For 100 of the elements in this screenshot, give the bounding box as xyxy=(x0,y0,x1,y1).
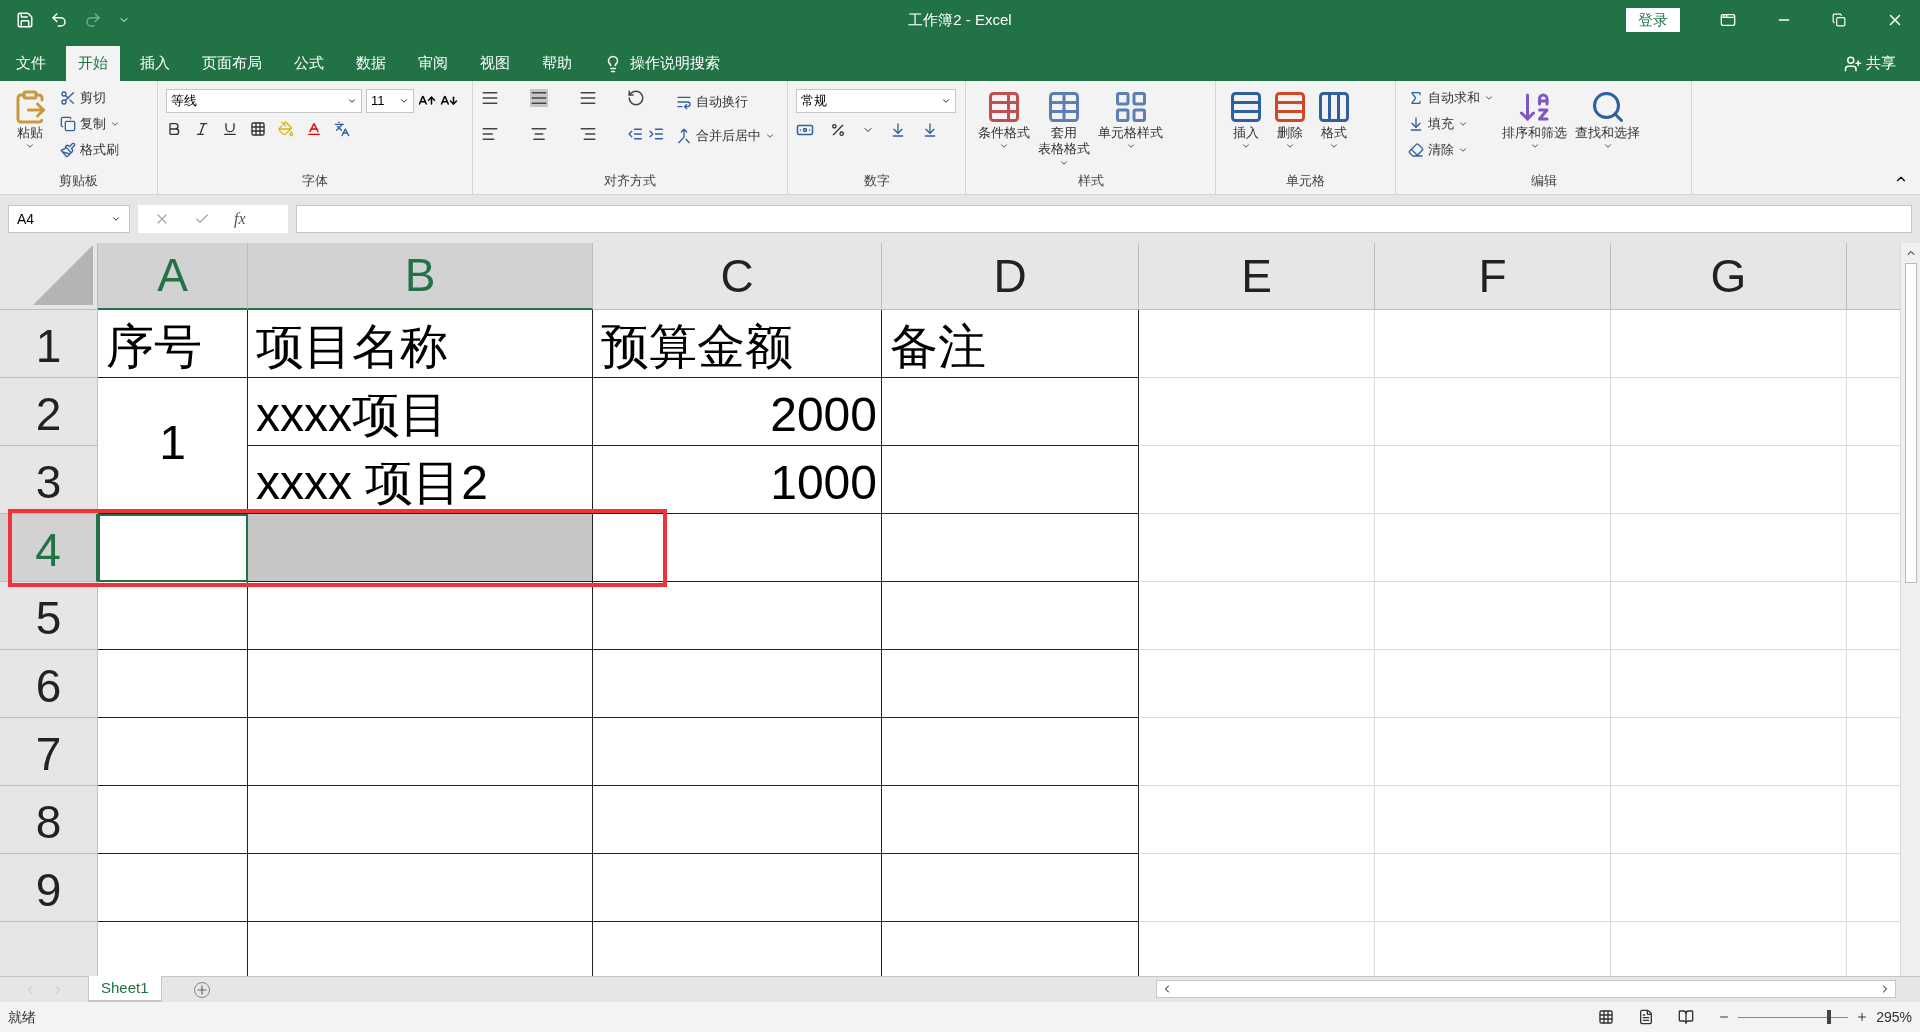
table-cell[interactable]: 序号 xyxy=(98,310,248,378)
zoom-in-icon[interactable] xyxy=(1856,1011,1869,1023)
row-header[interactable]: 5 xyxy=(0,582,98,650)
rows-icon[interactable] xyxy=(1228,89,1264,125)
menu-tab[interactable]: 文件 xyxy=(4,46,58,81)
merge-icon[interactable] xyxy=(676,128,692,144)
row-header[interactable]: 3 xyxy=(0,446,98,514)
delete-cells-button[interactable]: 删除 xyxy=(1268,85,1312,152)
menu-tab[interactable]: 帮助 xyxy=(530,46,584,81)
row-header[interactable]: 9 xyxy=(0,854,98,922)
menu-tab[interactable]: 数据 xyxy=(344,46,398,81)
paintbrush-icon[interactable] xyxy=(60,142,76,158)
find-select-button[interactable]: 查找和选择 xyxy=(1571,85,1644,152)
save-icon[interactable] xyxy=(16,11,34,29)
caret-icon[interactable] xyxy=(347,96,357,106)
name-box[interactable]: A4 xyxy=(8,205,130,233)
undo-icon[interactable] xyxy=(50,11,68,29)
scissors-icon[interactable] xyxy=(60,90,76,106)
sigma-icon[interactable] xyxy=(1408,90,1424,106)
middle-align-icon[interactable] xyxy=(529,89,548,107)
down-arrow-icon[interactable] xyxy=(1408,116,1424,132)
align-center-icon[interactable] xyxy=(529,125,548,143)
insert-cells-button[interactable]: 插入 xyxy=(1224,85,1268,152)
row-header[interactable]: 4 xyxy=(0,514,98,582)
copy-icon[interactable] xyxy=(60,116,76,132)
wrap-text-button[interactable]: 自动换行 xyxy=(672,89,779,115)
page-layout-icon[interactable] xyxy=(1638,1009,1655,1025)
autosum-button[interactable]: 自动求和 xyxy=(1404,85,1498,111)
share-icon[interactable] xyxy=(1844,54,1862,73)
table-cell[interactable]: xxxx 项目2 xyxy=(248,446,593,514)
share-button[interactable]: 共享 xyxy=(1866,52,1896,75)
ribbon-display-icon[interactable] xyxy=(1720,12,1736,28)
column-header[interactable]: D xyxy=(882,243,1139,310)
format-painter-button[interactable]: 格式刷 xyxy=(56,137,124,163)
align-right-icon[interactable] xyxy=(578,125,597,143)
zoom-level[interactable]: 295% xyxy=(1876,1006,1912,1028)
caret-icon[interactable] xyxy=(1484,93,1494,103)
table-cell[interactable]: 预算金额 xyxy=(593,310,882,378)
formula-input[interactable] xyxy=(296,205,1912,233)
percent-icon[interactable] xyxy=(830,122,846,138)
menu-tab[interactable]: 公式 xyxy=(282,46,336,81)
row-header[interactable]: 7 xyxy=(0,718,98,786)
format-cells-button[interactable]: 格式 xyxy=(1312,85,1356,152)
eraser-icon[interactable] xyxy=(1408,142,1424,158)
menu-tab[interactable]: 审阅 xyxy=(406,46,460,81)
row-header[interactable]: 2 xyxy=(0,378,98,446)
font-name-dropdown[interactable]: 等线 xyxy=(166,89,362,113)
bottom-align-icon[interactable] xyxy=(578,89,597,107)
caret-icon[interactable] xyxy=(1458,119,1468,129)
cell-styles-button[interactable]: 单元格样式 xyxy=(1094,85,1167,152)
menu-tab[interactable]: 页面布局 xyxy=(190,46,274,81)
table-cell[interactable]: xxxx项目 xyxy=(248,378,593,446)
tell-me-search[interactable]: 操作说明搜索 xyxy=(630,52,720,75)
row-header[interactable]: 8 xyxy=(0,786,98,854)
number-format-dropdown[interactable]: 常规 xyxy=(796,89,956,113)
caret-icon[interactable] xyxy=(941,96,951,106)
table-icon[interactable] xyxy=(986,89,1022,125)
table-cell[interactable]: 2000 xyxy=(593,378,882,446)
column-header[interactable]: A xyxy=(98,243,248,310)
scroll-thumb[interactable] xyxy=(1904,263,1917,583)
menu-tab[interactable]: 开始 xyxy=(66,46,120,81)
zoom-slider[interactable] xyxy=(1738,1010,1849,1024)
wrap-text-icon[interactable] xyxy=(676,94,692,110)
bold-icon[interactable] xyxy=(166,121,182,137)
column-header[interactable]: C xyxy=(593,243,882,310)
restore-icon[interactable] xyxy=(1832,13,1846,27)
menu-tab[interactable]: 插入 xyxy=(128,46,182,81)
column-header[interactable]: F xyxy=(1375,243,1611,310)
caret-icon[interactable] xyxy=(1458,145,1468,155)
caret-icon[interactable] xyxy=(111,214,121,224)
copy-button[interactable]: 复制 xyxy=(56,111,124,137)
row-header[interactable]: 1 xyxy=(0,310,98,378)
font-color-icon[interactable] xyxy=(306,121,322,137)
decrease-decimal-icon[interactable] xyxy=(922,122,938,138)
normal-view-icon[interactable] xyxy=(1598,1009,1615,1025)
fill-color-icon[interactable] xyxy=(278,121,294,137)
row-header[interactable]: 6 xyxy=(0,650,98,718)
vertical-scrollbar[interactable] xyxy=(1900,243,1920,976)
column-header[interactable]: G xyxy=(1611,243,1847,310)
caret-icon[interactable] xyxy=(765,131,775,141)
caret-icon[interactable] xyxy=(110,119,120,129)
underline-icon[interactable] xyxy=(222,121,238,137)
orientation-icon[interactable] xyxy=(627,89,646,107)
phonetic-icon[interactable] xyxy=(334,121,350,137)
conditional-format-button[interactable]: 条件格式 xyxy=(974,85,1034,152)
columns-icon[interactable] xyxy=(1316,89,1352,125)
font-size-dropdown[interactable]: 11 xyxy=(366,89,414,113)
table-cell[interactable]: 备注 xyxy=(882,310,1139,378)
column-header[interactable]: B xyxy=(248,243,593,310)
top-align-icon[interactable] xyxy=(481,89,499,107)
table-cell[interactable]: 1000 xyxy=(593,446,882,514)
borders-icon[interactable] xyxy=(250,121,266,137)
cut-button[interactable]: 剪切 xyxy=(56,85,124,111)
rows-icon[interactable] xyxy=(1272,89,1308,125)
table-icon[interactable] xyxy=(1046,89,1082,125)
table-cell[interactable]: 1 xyxy=(98,378,248,514)
page-break-icon[interactable] xyxy=(1678,1009,1695,1025)
menu-tab[interactable]: 视图 xyxy=(468,46,522,81)
table-cell[interactable]: 项目名称 xyxy=(248,310,593,378)
insert-function-button[interactable]: fx xyxy=(234,207,246,231)
